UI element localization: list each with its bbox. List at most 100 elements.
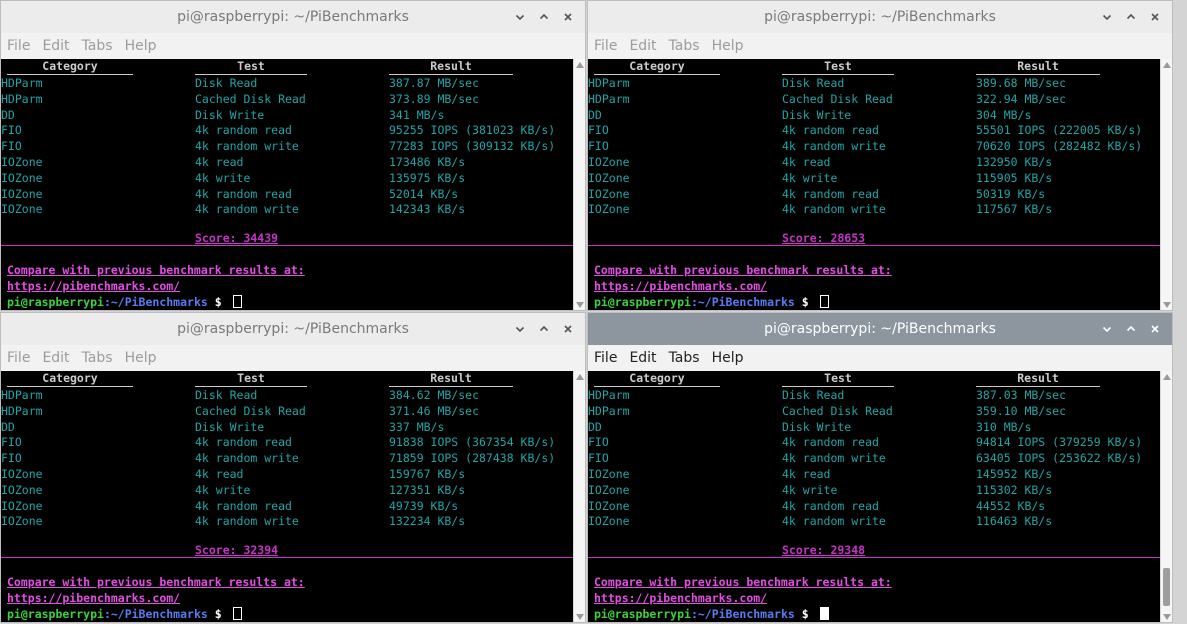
- close-button[interactable]: [1144, 318, 1166, 340]
- shell-prompt[interactable]: pi@raspberrypi:~/PiBenchmarks $: [7, 606, 242, 622]
- scroll-up-arrow[interactable]: [575, 373, 584, 381]
- table-cell: 384.62 MB/sec: [389, 388, 480, 402]
- scroll-down-arrow[interactable]: [575, 301, 584, 309]
- benchmark-link[interactable]: https://pibenchmarks.com/: [7, 278, 180, 294]
- terminal-window[interactable]: pi@raspberrypi: ~/PiBenchmarks File Edit Ta…: [0, 312, 586, 623]
- shell-prompt[interactable]: pi@raspberrypi:~/PiBenchmarks $: [594, 294, 829, 310]
- table-cell: 4k random read: [782, 123, 879, 138]
- table-cell: 4k write: [782, 170, 838, 185]
- scrollbar[interactable]: [1160, 371, 1172, 622]
- menu-item-edit[interactable]: Edit: [42, 38, 69, 54]
- benchmark-link[interactable]: https://pibenchmarks.com/: [594, 590, 767, 606]
- table-cell: Disk Read: [195, 76, 258, 90]
- benchmark-link[interactable]: https://pibenchmarks.com/: [7, 590, 180, 606]
- menu-item-file[interactable]: File: [594, 38, 617, 54]
- scrollbar-thumb[interactable]: [1163, 568, 1170, 606]
- terminal-output[interactable]: Category Test Result HDParm Disk Read 384.62 …: [1, 371, 575, 622]
- menu-item-help[interactable]: Help: [712, 350, 744, 366]
- menu-item-edit[interactable]: Edit: [629, 350, 656, 366]
- column-header: Test: [195, 371, 307, 387]
- maximize-button[interactable]: [1120, 6, 1142, 28]
- column-header: Result: [389, 371, 513, 387]
- menu-item-tabs[interactable]: Tabs: [669, 350, 700, 366]
- terminal-output[interactable]: Category Test Result HDParm Disk Read 387.03 …: [588, 371, 1162, 622]
- menu-item-file[interactable]: File: [7, 38, 30, 54]
- benchmark-link[interactable]: https://pibenchmarks.com/: [594, 278, 767, 294]
- close-button[interactable]: [557, 6, 579, 28]
- prompt-symbol: $: [794, 607, 816, 621]
- close-button[interactable]: [1144, 6, 1166, 28]
- table-cell: 359.10 MB/sec: [976, 403, 1067, 418]
- menu-item-edit[interactable]: Edit: [42, 350, 69, 366]
- menu-bar: File Edit Tabs Help: [1, 33, 585, 59]
- menu-item-edit[interactable]: Edit: [629, 38, 656, 54]
- maximize-button[interactable]: [533, 318, 555, 340]
- scrollbar[interactable]: [573, 59, 585, 310]
- prompt-user: pi@raspberrypi: [594, 607, 691, 621]
- chevron-up-icon: [539, 12, 549, 22]
- minimize-button[interactable]: [509, 6, 531, 28]
- prompt-user: pi@raspberrypi: [594, 295, 691, 309]
- scroll-down-arrow[interactable]: [1162, 613, 1171, 621]
- minimize-button[interactable]: [1096, 6, 1118, 28]
- table-cell: 337 MB/s: [389, 419, 445, 434]
- table-cell: 4k write: [195, 482, 251, 497]
- table-cell: HDParm: [1, 76, 43, 90]
- table-cell: IOZone: [1, 482, 43, 497]
- window-titlebar[interactable]: pi@raspberrypi: ~/PiBenchmarks: [588, 1, 1172, 33]
- scroll-up-arrow[interactable]: [1162, 61, 1171, 69]
- table-cell: 117567 KB/s: [976, 202, 1053, 217]
- table-cell: 55501 IOPS (222005 KB/s): [976, 123, 1143, 138]
- terminal-output[interactable]: Category Test Result HDParm Disk Read 387.87 …: [1, 59, 575, 310]
- table-cell: 52014 KB/s: [389, 186, 459, 201]
- table-cell: 50319 KB/s: [976, 186, 1046, 201]
- window-titlebar[interactable]: pi@raspberrypi: ~/PiBenchmarks: [1, 313, 585, 345]
- terminal-output[interactable]: Category Test Result HDParm Disk Read 389.68 …: [588, 59, 1162, 310]
- table-cell: 115302 KB/s: [976, 482, 1053, 497]
- menu-item-file[interactable]: File: [594, 350, 617, 366]
- table-cell: DD: [588, 419, 602, 434]
- table-cell: 4k random read: [195, 186, 292, 201]
- scrollbar[interactable]: [573, 371, 585, 622]
- table-cell: FIO: [1, 139, 22, 154]
- menu-item-help[interactable]: Help: [712, 38, 744, 54]
- terminal-window[interactable]: pi@raspberrypi: ~/PiBenchmarks File Edit Ta…: [587, 312, 1173, 623]
- maximize-button[interactable]: [533, 6, 555, 28]
- menu-item-tabs[interactable]: Tabs: [82, 38, 113, 54]
- minimize-button[interactable]: [1096, 318, 1118, 340]
- menu-item-help[interactable]: Help: [125, 350, 157, 366]
- table-cell: IOZone: [1, 514, 43, 529]
- scroll-down-arrow[interactable]: [575, 613, 584, 621]
- minimize-button[interactable]: [509, 318, 531, 340]
- table-cell: 341 MB/s: [389, 107, 445, 122]
- prompt-symbol: $: [207, 295, 229, 309]
- menu-item-file[interactable]: File: [7, 350, 30, 366]
- shell-prompt[interactable]: pi@raspberrypi:~/PiBenchmarks $: [7, 294, 242, 310]
- scrollbar[interactable]: [1160, 59, 1172, 310]
- close-icon: [1150, 12, 1160, 22]
- close-button[interactable]: [557, 318, 579, 340]
- window-titlebar[interactable]: pi@raspberrypi: ~/PiBenchmarks: [1, 1, 585, 33]
- table-cell: IOZone: [588, 467, 630, 481]
- terminal-window[interactable]: pi@raspberrypi: ~/PiBenchmarks File Edit Ta…: [587, 0, 1173, 311]
- menu-item-tabs[interactable]: Tabs: [82, 350, 113, 366]
- table-cell: HDParm: [588, 91, 630, 106]
- scroll-down-arrow[interactable]: [1162, 301, 1171, 309]
- shell-prompt[interactable]: pi@raspberrypi:~/PiBenchmarks $: [594, 606, 829, 622]
- table-cell: FIO: [1, 123, 22, 138]
- column-header: Category: [594, 59, 720, 75]
- table-cell: Disk Write: [195, 107, 265, 122]
- window-titlebar[interactable]: pi@raspberrypi: ~/PiBenchmarks: [588, 313, 1172, 345]
- terminal-window[interactable]: pi@raspberrypi: ~/PiBenchmarks File Edit Ta…: [0, 0, 586, 311]
- divider: [1, 557, 575, 558]
- prompt-path: :~/PiBenchmarks: [690, 295, 795, 309]
- scroll-up-arrow[interactable]: [575, 61, 584, 69]
- scroll-up-arrow[interactable]: [1162, 373, 1171, 381]
- menu-item-help[interactable]: Help: [125, 38, 157, 54]
- table-cell: 77283 IOPS (309132 KB/s): [389, 139, 556, 154]
- menu-item-tabs[interactable]: Tabs: [669, 38, 700, 54]
- close-icon: [1150, 324, 1160, 334]
- table-cell: Disk Read: [782, 388, 845, 402]
- maximize-button[interactable]: [1120, 318, 1142, 340]
- menu-bar: File Edit Tabs Help: [588, 33, 1172, 59]
